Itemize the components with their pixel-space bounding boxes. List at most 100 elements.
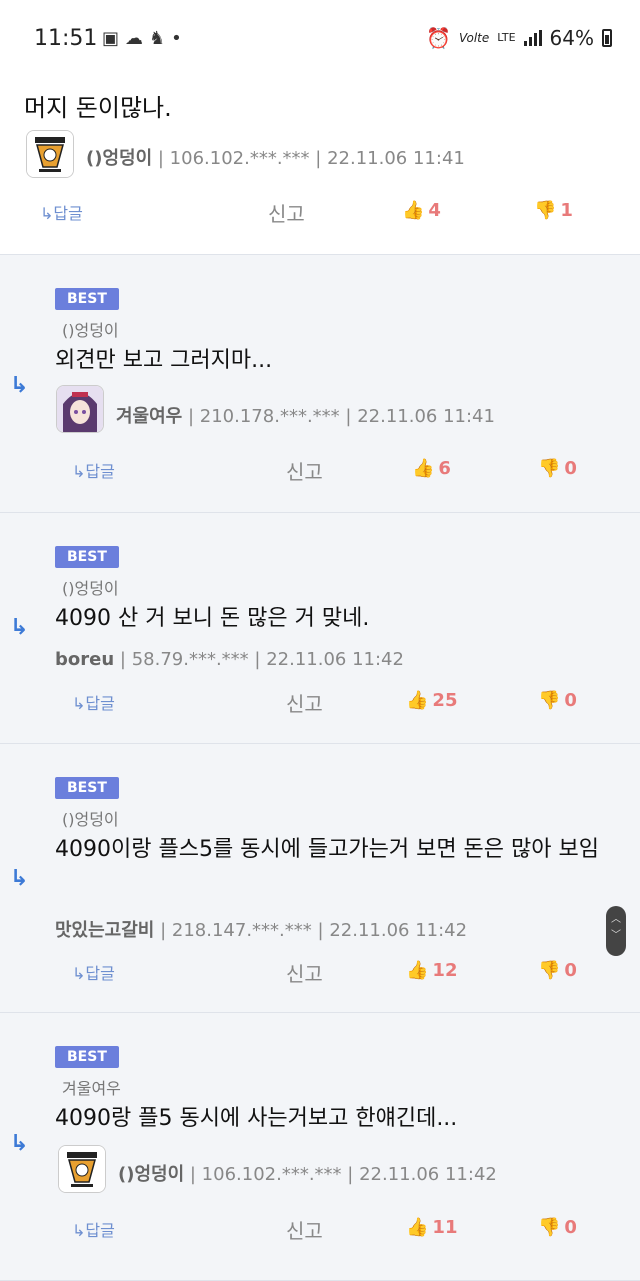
figure-icon: ♞	[149, 28, 172, 49]
like-button[interactable]: 👍 4	[402, 200, 441, 221]
titans-logo-icon	[59, 1146, 105, 1192]
comment-text: 머지 돈이많나.	[24, 94, 172, 122]
avatar[interactable]	[26, 130, 74, 178]
dislike-button[interactable]: 👎 0	[538, 1217, 577, 1238]
status-time: 11:51	[34, 26, 98, 51]
volte-label: Volte	[458, 31, 490, 45]
best-comment-card: BEST ()엉덩이 4090이랑 플스5를 동시에 들고가는거 보면 돈은 많…	[0, 744, 640, 1013]
best-badge: BEST	[55, 546, 119, 568]
comment-date: 22.11.06 11:41	[327, 148, 465, 169]
comment-date: 22.11.06 11:42	[266, 649, 404, 670]
author-name[interactable]: ()엉덩이	[118, 1164, 184, 1185]
thumbs-down-icon: 👎	[538, 458, 561, 479]
reply-arrow-icon: ↳	[72, 694, 86, 713]
ip-address: 210.178.***.***	[199, 406, 340, 427]
best-badge: BEST	[55, 288, 119, 310]
reply-to-author: ()엉덩이	[62, 321, 119, 340]
comment-text: 4090이랑 플스5를 동시에 들고가는거 보면 돈은 많아 보임	[55, 837, 599, 862]
comment-date: 22.11.06 11:42	[329, 920, 468, 941]
like-button[interactable]: 👍 11	[406, 1217, 457, 1238]
reply-arrow-icon: ↳	[72, 1221, 86, 1240]
status-right: ⏰ Volte LTE 64%	[426, 26, 612, 50]
comment-meta: boreu | 58.79.***.*** | 22.11.06 11:42	[55, 649, 404, 670]
comment-text: 외견만 보고 그러지마...	[55, 348, 273, 373]
reply-button[interactable]: ↳답글	[72, 458, 115, 482]
dislike-button[interactable]: 👎 0	[538, 960, 577, 981]
thumbs-up-icon: 👍	[406, 690, 429, 711]
titans-logo-icon	[27, 131, 73, 177]
comment-meta: ()엉덩이 | 106.102.***.*** | 22.11.06 11:42	[118, 1164, 497, 1185]
network-type: LTE	[497, 31, 516, 44]
battery-level: 64%	[549, 26, 594, 50]
image-icon: ▣	[102, 28, 126, 49]
like-button[interactable]: 👍 6	[412, 458, 451, 479]
like-button[interactable]: 👍 25	[406, 690, 457, 711]
report-button[interactable]: 신고	[268, 198, 305, 227]
avatar[interactable]	[58, 1145, 106, 1193]
reply-arrow-icon: ↳	[40, 204, 54, 223]
status-bar: 11:51 ▣☁♞• ⏰ Volte LTE 64%	[0, 0, 640, 78]
reply-button[interactable]: ↳답글	[72, 1217, 115, 1241]
cloud-icon: ☁	[125, 28, 150, 49]
avatar[interactable]	[56, 385, 104, 433]
dislike-button[interactable]: 👎 1	[534, 200, 573, 221]
scroll-handle[interactable]: ︿ ﹀	[606, 906, 626, 956]
comment-item: 머지 돈이많나. ()엉덩이 | 106.102.***.*** | 22.11…	[0, 78, 640, 255]
report-button[interactable]: 신고	[286, 688, 323, 717]
chevron-up-icon: ︿	[611, 914, 621, 925]
report-button[interactable]: 신고	[286, 958, 323, 987]
report-button[interactable]: 신고	[286, 456, 323, 485]
ip-address: 58.79.***.***	[131, 649, 249, 670]
thumbs-up-icon: 👍	[412, 458, 435, 479]
author-name[interactable]: 맛있는고갈비	[55, 920, 154, 941]
thumbs-down-icon: 👎	[538, 690, 561, 711]
best-comment-card: BEST 겨울여우 4090랑 플5 동시에 사는거보고 한얘긴데... ↳ (…	[0, 1013, 640, 1281]
like-button[interactable]: 👍 12	[406, 960, 457, 981]
dislike-button[interactable]: 👎 0	[538, 690, 577, 711]
best-badge: BEST	[55, 777, 119, 799]
comment-meta: 겨울여우 | 210.178.***.*** | 22.11.06 11:41	[116, 406, 495, 427]
comment-meta: 맛있는고갈비 | 218.147.***.*** | 22.11.06 11:4…	[55, 920, 468, 941]
reply-indent-icon: ↳	[10, 373, 29, 398]
alarm-icon: ⏰	[426, 26, 451, 50]
dislike-button[interactable]: 👎 0	[538, 458, 577, 479]
dot-icon: •	[171, 28, 188, 49]
ip-address: 218.147.***.***	[171, 920, 312, 941]
thumbs-up-icon: 👍	[406, 960, 429, 981]
battery-icon	[602, 29, 612, 47]
thumbs-down-icon: 👎	[538, 960, 561, 981]
reply-arrow-icon: ↳	[72, 964, 86, 983]
ip-address: 106.102.***.***	[169, 148, 310, 169]
ip-address: 106.102.***.***	[201, 1164, 342, 1185]
best-comment-card: BEST ()엉덩이 외견만 보고 그러지마... ↳ 겨울여우 | 210.1…	[0, 255, 640, 513]
reply-indent-icon: ↳	[10, 1131, 29, 1156]
reply-arrow-icon: ↳	[72, 462, 86, 481]
reply-to-author: ()엉덩이	[62, 810, 119, 829]
best-comment-card: BEST ()엉덩이 4090 산 거 보니 돈 많은 거 맞네. ↳ bore…	[0, 513, 640, 744]
reply-indent-icon: ↳	[10, 866, 29, 891]
reply-button[interactable]: ↳답글	[72, 960, 115, 984]
thumbs-up-icon: 👍	[402, 200, 425, 221]
comment-date: 22.11.06 11:41	[357, 406, 495, 427]
thumbs-down-icon: 👎	[538, 1217, 561, 1238]
signal-icon	[523, 30, 542, 46]
author-name[interactable]: ()엉덩이	[86, 148, 152, 169]
reply-indent-icon: ↳	[10, 615, 29, 640]
anime-avatar-icon	[57, 386, 103, 432]
reply-button[interactable]: ↳답글	[40, 200, 83, 224]
thumbs-down-icon: 👎	[534, 200, 557, 221]
comment-date: 22.11.06 11:42	[359, 1164, 497, 1185]
chevron-down-icon: ﹀	[611, 930, 621, 941]
best-badge: BEST	[55, 1046, 119, 1068]
thumbs-up-icon: 👍	[406, 1217, 429, 1238]
reply-to-author: 겨울여우	[62, 1079, 121, 1098]
notification-icons: ▣☁♞•	[102, 28, 188, 49]
comment-text: 4090랑 플5 동시에 사는거보고 한얘긴데...	[55, 1106, 458, 1131]
comment-text: 4090 산 거 보니 돈 많은 거 맞네.	[55, 606, 370, 631]
author-name[interactable]: 겨울여우	[116, 406, 182, 427]
reply-to-author: ()엉덩이	[62, 579, 119, 598]
author-name[interactable]: boreu	[55, 649, 114, 670]
comment-meta: ()엉덩이 | 106.102.***.*** | 22.11.06 11:41	[86, 148, 465, 169]
report-button[interactable]: 신고	[286, 1215, 323, 1244]
reply-button[interactable]: ↳답글	[72, 690, 115, 714]
